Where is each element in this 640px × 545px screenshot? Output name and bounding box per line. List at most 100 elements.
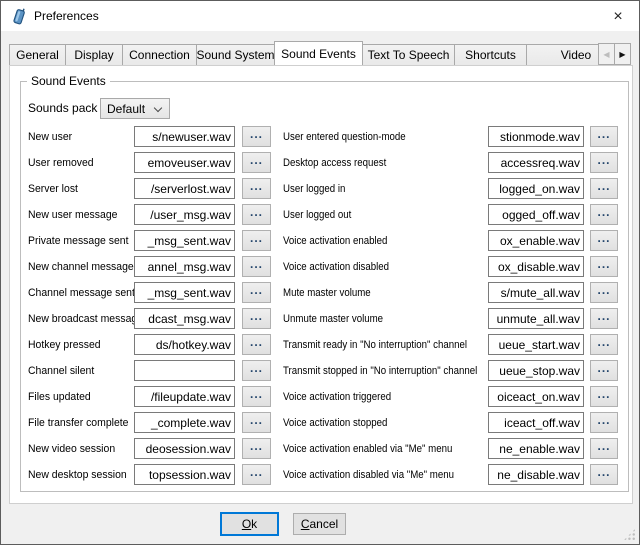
- sound-file-input[interactable]: ogged_off.wav: [488, 204, 584, 225]
- sounds-pack-select[interactable]: Default: [100, 98, 170, 119]
- browse-button[interactable]: ...: [590, 412, 618, 433]
- browse-button[interactable]: ...: [242, 334, 271, 355]
- sound-file-input[interactable]: s/newuser.wav: [134, 126, 235, 147]
- sound-event-label: User removed: [28, 157, 129, 169]
- browse-button[interactable]: ...: [590, 464, 618, 485]
- sound-file-input[interactable]: iceact_off.wav: [488, 412, 584, 433]
- sound-file-value: _msg_sent.wav: [148, 234, 231, 248]
- sound-file-input[interactable]: ueue_stop.wav: [488, 360, 584, 381]
- sound-file-input[interactable]: _msg_sent.wav: [134, 282, 235, 303]
- sound-event-row: New desktop session topsession.wav ...: [28, 464, 271, 485]
- sound-file-input[interactable]: ne_enable.wav: [488, 438, 584, 459]
- tab-scroll-buttons: ◀ ▶: [598, 43, 631, 65]
- browse-button[interactable]: ...: [590, 178, 618, 199]
- sound-event-row: New user s/newuser.wav ...: [28, 126, 271, 147]
- sound-file-input[interactable]: [134, 360, 235, 381]
- sound-file-input[interactable]: /user_msg.wav: [134, 204, 235, 225]
- sound-file-value: accessreq.wav: [501, 156, 580, 170]
- sound-file-input[interactable]: /fileupdate.wav: [134, 386, 235, 407]
- sound-file-value: ueue_start.wav: [499, 338, 580, 352]
- ellipsis-icon: ...: [597, 309, 610, 323]
- sound-file-input[interactable]: ueue_start.wav: [488, 334, 584, 355]
- browse-button[interactable]: ...: [590, 204, 618, 225]
- sound-events-groupbox: Sound Events Sounds pack Default New use…: [20, 81, 629, 492]
- sound-event-row: Mute master volume s/mute_all.wav ...: [283, 282, 618, 303]
- browse-button[interactable]: ...: [590, 308, 618, 329]
- sound-file-input[interactable]: ne_disable.wav: [488, 464, 584, 485]
- browse-button[interactable]: ...: [242, 178, 271, 199]
- browse-button[interactable]: ...: [590, 256, 618, 277]
- ok-button-label: Ok: [222, 517, 277, 531]
- ellipsis-icon: ...: [250, 309, 263, 323]
- tab-scroll-right-icon[interactable]: ▶: [614, 43, 631, 65]
- tab-text-to-speech[interactable]: Text To Speech: [362, 44, 455, 65]
- sound-file-input[interactable]: oiceact_on.wav: [488, 386, 584, 407]
- ok-button[interactable]: Ok: [220, 512, 279, 536]
- sound-event-label: Voice activation disabled: [283, 261, 463, 273]
- ellipsis-icon: ...: [597, 413, 610, 427]
- browse-button[interactable]: ...: [590, 334, 618, 355]
- sound-file-input[interactable]: _complete.wav: [134, 412, 235, 433]
- sound-file-input[interactable]: emoveuser.wav: [134, 152, 235, 173]
- sound-file-input[interactable]: ds/hotkey.wav: [134, 334, 235, 355]
- close-button[interactable]: ×: [605, 5, 631, 28]
- browse-button[interactable]: ...: [242, 464, 271, 485]
- tab-sound-events[interactable]: Sound Events: [274, 41, 363, 65]
- browse-button[interactable]: ...: [242, 256, 271, 277]
- sound-file-value: ne_enable.wav: [499, 442, 580, 456]
- browse-button[interactable]: ...: [242, 204, 271, 225]
- sound-file-input[interactable]: ox_enable.wav: [488, 230, 584, 251]
- ellipsis-icon: ...: [250, 127, 263, 141]
- sound-file-input[interactable]: dcast_msg.wav: [134, 308, 235, 329]
- sound-file-input[interactable]: _msg_sent.wav: [134, 230, 235, 251]
- sound-file-input[interactable]: annel_msg.wav: [134, 256, 235, 277]
- ellipsis-icon: ...: [250, 465, 263, 479]
- sound-file-input[interactable]: logged_on.wav: [488, 178, 584, 199]
- tab-shortcuts[interactable]: Shortcuts: [454, 44, 527, 65]
- sound-file-input[interactable]: s/mute_all.wav: [488, 282, 584, 303]
- sound-file-input[interactable]: stionmode.wav: [488, 126, 584, 147]
- preferences-window: Preferences × General Display Connection…: [0, 0, 640, 545]
- browse-button[interactable]: ...: [242, 308, 271, 329]
- sound-event-label: Channel message sent: [28, 287, 129, 299]
- browse-button[interactable]: ...: [242, 282, 271, 303]
- browse-button[interactable]: ...: [590, 438, 618, 459]
- browse-button[interactable]: ...: [590, 282, 618, 303]
- browse-button[interactable]: ...: [242, 412, 271, 433]
- sound-event-label: Mute master volume: [283, 287, 463, 299]
- browse-button[interactable]: ...: [590, 152, 618, 173]
- sound-file-input[interactable]: deosession.wav: [134, 438, 235, 459]
- browse-button[interactable]: ...: [590, 360, 618, 381]
- tab-connection[interactable]: Connection: [122, 44, 197, 65]
- tab-sound-system[interactable]: Sound System: [196, 44, 275, 65]
- browse-button[interactable]: ...: [590, 386, 618, 407]
- sound-file-value: annel_msg.wav: [148, 260, 231, 274]
- sound-file-input[interactable]: ox_disable.wav: [488, 256, 584, 277]
- browse-button[interactable]: ...: [242, 438, 271, 459]
- browse-button[interactable]: ...: [242, 386, 271, 407]
- sound-file-input[interactable]: topsession.wav: [134, 464, 235, 485]
- sounds-pack-value: Default: [107, 102, 145, 116]
- sound-event-row: Voice activation enabled ox_enable.wav .…: [283, 230, 618, 251]
- tab-display[interactable]: Display: [65, 44, 123, 65]
- browse-button[interactable]: ...: [242, 126, 271, 147]
- browse-button[interactable]: ...: [242, 230, 271, 251]
- browse-button[interactable]: ...: [590, 230, 618, 251]
- ellipsis-icon: ...: [597, 231, 610, 245]
- browse-button[interactable]: ...: [590, 126, 618, 147]
- tab-scroll-left-icon[interactable]: ◀: [598, 43, 615, 65]
- cancel-button[interactable]: Cancel: [293, 513, 346, 535]
- sound-file-value: emoveuser.wav: [148, 156, 231, 170]
- sound-event-label: New user message: [28, 209, 129, 221]
- sound-file-input[interactable]: accessreq.wav: [488, 152, 584, 173]
- browse-button[interactable]: ...: [242, 152, 271, 173]
- sound-event-label: Server lost: [28, 183, 129, 195]
- browse-button[interactable]: ...: [242, 360, 271, 381]
- sound-event-label: Hotkey pressed: [28, 339, 129, 351]
- sound-file-input[interactable]: unmute_all.wav: [488, 308, 584, 329]
- tab-general[interactable]: General: [9, 44, 66, 65]
- sound-file-value: iceact_off.wav: [504, 416, 580, 430]
- resize-grip-icon[interactable]: [623, 528, 636, 541]
- sound-file-input[interactable]: /serverlost.wav: [134, 178, 235, 199]
- ellipsis-icon: ...: [250, 439, 263, 453]
